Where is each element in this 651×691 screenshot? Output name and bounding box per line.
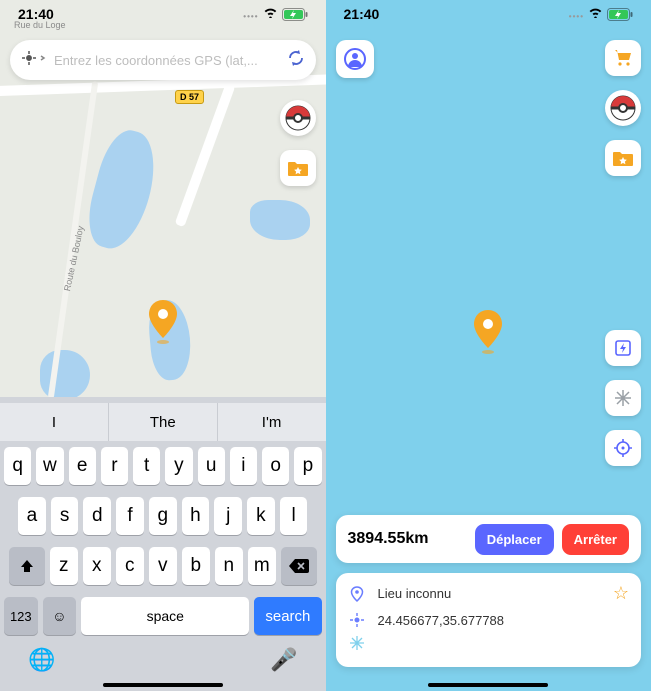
key-e[interactable]: e	[69, 447, 96, 485]
numbers-key[interactable]: 123	[4, 597, 38, 635]
map-pin-icon	[146, 300, 180, 344]
road-shield: D 57	[175, 90, 204, 104]
wifi-icon	[263, 7, 278, 21]
suggestion-bar: I The I'm	[0, 403, 326, 441]
snowflake-icon[interactable]	[605, 380, 641, 416]
phone-right: 21:40	[326, 0, 651, 691]
shift-key[interactable]	[9, 547, 45, 585]
battery-icon	[607, 8, 633, 21]
speed-icon[interactable]	[605, 330, 641, 366]
status-bar: 21:40	[326, 0, 651, 28]
key-l[interactable]: l	[280, 497, 308, 535]
status-time: 21:40	[18, 6, 54, 22]
pokeball-icon[interactable]	[605, 90, 641, 126]
key-r[interactable]: r	[101, 447, 128, 485]
suggestion-2[interactable]: The	[109, 403, 218, 441]
key-o[interactable]: o	[262, 447, 289, 485]
key-m[interactable]: m	[248, 547, 276, 585]
cart-icon[interactable]	[605, 40, 641, 76]
key-h[interactable]: h	[182, 497, 210, 535]
mic-icon[interactable]: 🎤	[270, 647, 297, 673]
stop-button[interactable]: Arrêter	[562, 524, 629, 555]
distance-card: 3894.55km Déplacer Arrêter	[336, 515, 642, 563]
move-button[interactable]: Déplacer	[475, 524, 554, 555]
location-card: Lieu inconnu ☆ 24.456677,35.677788	[336, 573, 642, 667]
globe-icon[interactable]: 🌐	[28, 647, 55, 673]
key-x[interactable]: x	[83, 547, 111, 585]
key-f[interactable]: f	[116, 497, 144, 535]
status-time: 21:40	[344, 6, 380, 22]
key-j[interactable]: j	[214, 497, 242, 535]
battery-icon	[282, 8, 308, 21]
cellular-icon	[569, 6, 584, 22]
suggestion-3[interactable]: I'm	[218, 403, 326, 441]
key-w[interactable]: w	[36, 447, 63, 485]
key-s[interactable]: s	[51, 497, 79, 535]
key-g[interactable]: g	[149, 497, 177, 535]
home-indicator[interactable]	[428, 683, 548, 687]
key-p[interactable]: p	[294, 447, 321, 485]
key-y[interactable]: y	[165, 447, 192, 485]
key-z[interactable]: z	[50, 547, 78, 585]
road-label-side: Route du Bouloy	[62, 225, 86, 292]
backspace-key[interactable]	[281, 547, 317, 585]
compass-mode-icon[interactable]	[20, 48, 46, 73]
key-t[interactable]: t	[133, 447, 160, 485]
refresh-icon[interactable]	[286, 48, 306, 73]
key-u[interactable]: u	[198, 447, 225, 485]
key-b[interactable]: b	[182, 547, 210, 585]
key-c[interactable]: c	[116, 547, 144, 585]
key-q[interactable]: q	[4, 447, 31, 485]
search-input[interactable]	[54, 53, 278, 68]
suggestion-1[interactable]: I	[0, 403, 109, 441]
locate-icon[interactable]	[605, 430, 641, 466]
pokeball-icon[interactable]	[280, 100, 316, 136]
search-key[interactable]: search	[254, 597, 321, 635]
compass-icon	[348, 612, 366, 628]
wifi-icon	[588, 7, 603, 21]
favorites-folder-icon[interactable]	[605, 140, 641, 176]
cellular-icon	[243, 6, 258, 22]
profile-button[interactable]	[336, 40, 374, 78]
keyboard: I The I'm q w e r t y u i o p a s d f g …	[0, 397, 326, 691]
status-bar: 21:40	[0, 0, 326, 28]
snowflake-small-icon	[348, 636, 366, 650]
key-i[interactable]: i	[230, 447, 257, 485]
place-title: Lieu inconnu	[378, 586, 452, 601]
home-indicator[interactable]	[103, 683, 223, 687]
phone-left: Rue du Loge Route du Bouloy D 57 21:40	[0, 0, 326, 691]
key-k[interactable]: k	[247, 497, 275, 535]
space-key[interactable]: space	[81, 597, 249, 635]
key-a[interactable]: a	[18, 497, 46, 535]
key-d[interactable]: d	[83, 497, 111, 535]
key-n[interactable]: n	[215, 547, 243, 585]
coords-value: 24.456677,35.677788	[378, 613, 505, 628]
place-pin-icon	[348, 586, 366, 602]
key-v[interactable]: v	[149, 547, 177, 585]
star-icon[interactable]: ☆	[613, 583, 629, 604]
emoji-key[interactable]: ☺	[43, 597, 77, 635]
search-bar	[10, 40, 316, 80]
favorites-folder-icon[interactable]	[280, 150, 316, 186]
distance-value: 3894.55km	[348, 530, 467, 548]
map-pin-icon	[471, 310, 505, 354]
